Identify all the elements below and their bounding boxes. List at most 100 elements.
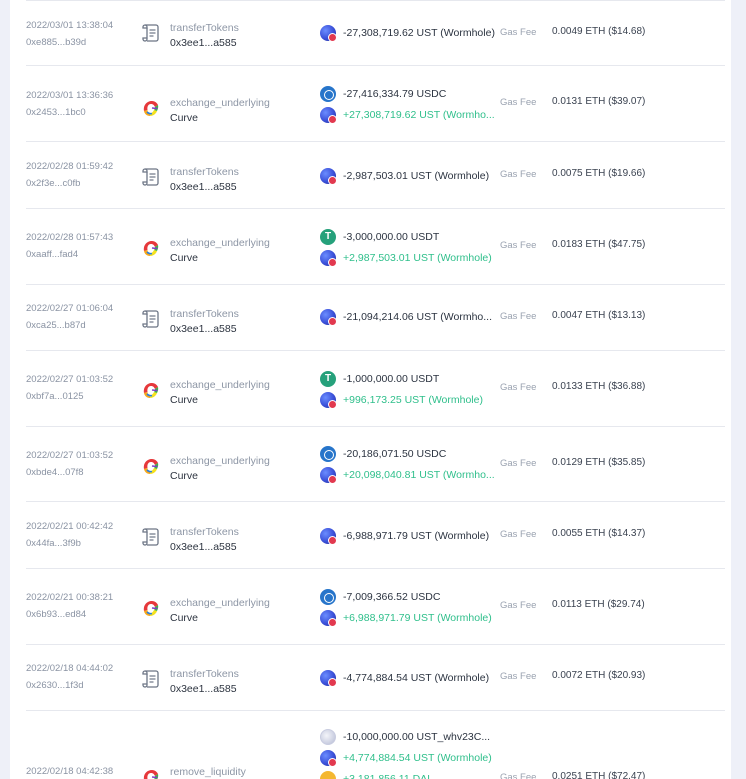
gas-fee-label: Gas Fee — [500, 458, 537, 469]
timestamp-cell: 2022/02/21 00:38:21 0x6b93...ed84 — [26, 592, 138, 621]
usdc-token-icon — [320, 589, 336, 605]
gas-fee-value: 0.0049 ETH ($14.68) — [552, 26, 646, 37]
token-amount: -20,186,071.50 USDC — [320, 446, 495, 467]
method-target-link[interactable]: Curve — [170, 394, 270, 407]
tx-hash-link[interactable]: 0xbde4...07f8 — [26, 467, 138, 479]
document-scroll-icon — [140, 668, 162, 690]
tx-hash-link[interactable]: 0x2630...1f3d — [26, 680, 138, 692]
ust-token-icon — [320, 528, 337, 545]
tx-hash-link[interactable]: 0xaaff...fad4 — [26, 249, 138, 261]
amount-text: -10,000,000.00 UST_whv23C... — [343, 731, 491, 743]
transaction-row[interactable]: 2022/02/21 00:38:21 0x6b93...ed84 exchange… — [26, 569, 725, 645]
transaction-row[interactable]: 2022/02/27 01:03:52 0xbde4...07f8 exchange… — [26, 427, 725, 502]
transaction-row[interactable]: 2022/02/18 04:42:38 remove_liquidity -10,0… — [26, 711, 725, 779]
gas-fee-label: Gas Fee — [500, 772, 537, 779]
gas-fee-label: Gas Fee — [500, 671, 537, 682]
curve-logo-icon — [140, 379, 162, 401]
method-target-link[interactable]: Curve — [170, 612, 270, 625]
usdc-token-icon — [320, 86, 336, 102]
token-amount: +6,988,971.79 UST (Wormhole) — [320, 610, 495, 631]
transaction-row[interactable]: 2022/02/18 04:44:02 0x2630...1f3d transfer… — [26, 645, 725, 711]
timestamp-cell: 2022/02/21 00:42:42 0x44fa...3f9b — [26, 521, 138, 550]
token-amount: +3,181,856.11 DAI — [320, 771, 495, 779]
gas-fee-value: 0.0131 ETH ($39.07) — [552, 96, 646, 107]
timestamp-cell: 2022/02/27 01:06:04 0xca25...b87d — [26, 303, 138, 332]
ust-token-icon — [320, 25, 337, 42]
method-target-link[interactable]: Curve — [170, 470, 270, 483]
timestamp: 2022/03/01 13:38:04 — [26, 20, 114, 31]
transaction-row[interactable]: 2022/03/01 13:38:04 0xe885...b39d transfer… — [26, 0, 725, 66]
timestamp: 2022/03/01 13:36:36 — [26, 90, 114, 101]
method-target-link[interactable]: Curve — [170, 252, 270, 265]
curve-logo-icon — [140, 97, 162, 119]
document-scroll-icon — [140, 22, 162, 44]
method-target-link[interactable]: 0x3ee1...a585 — [170, 683, 239, 696]
amounts-cell: T -1,000,000.00 USDT +996,173.25 UST (Worm… — [320, 371, 495, 413]
method-name: transferTokens — [170, 526, 239, 538]
amounts-cell: -4,774,884.54 UST (Wormhole) — [320, 670, 495, 691]
ust-token-icon — [320, 107, 337, 124]
method-target-link[interactable]: Curve — [170, 112, 270, 125]
timestamp: 2022/02/21 00:38:21 — [26, 592, 114, 603]
timestamp-cell: 2022/03/01 13:36:36 0x2453...1bc0 — [26, 90, 138, 119]
token-amount: +2,987,503.01 UST (Wormhole) — [320, 250, 495, 271]
tx-hash-link[interactable]: 0xca25...b87d — [26, 320, 138, 332]
amount-text: +996,173.25 UST (Wormhole) — [343, 394, 483, 406]
token-amount: -7,009,366.52 USDC — [320, 589, 495, 610]
method-target-link[interactable]: 0x3ee1...a585 — [170, 181, 239, 194]
tx-hash-link[interactable]: 0x6b93...ed84 — [26, 609, 138, 621]
document-scroll-icon — [140, 166, 162, 188]
amounts-cell: T -3,000,000.00 USDT +2,987,503.01 UST (Wo… — [320, 229, 495, 271]
method-name: transferTokens — [170, 668, 239, 680]
tx-hash-link[interactable]: 0xbf7a...0125 — [26, 391, 138, 403]
whv-token-icon — [320, 729, 336, 745]
method-target-link[interactable]: 0x3ee1...a585 — [170, 37, 239, 50]
method-name: exchange_underlying — [170, 237, 270, 249]
curve-logo-icon — [140, 766, 162, 779]
transactions-panel: 2022/03/01 13:38:04 0xe885...b39d transfer… — [10, 0, 731, 779]
token-amount: +996,173.25 UST (Wormhole) — [320, 392, 495, 413]
method-name: remove_liquidity — [170, 766, 246, 778]
amount-text: -27,416,334.79 USDC — [343, 88, 447, 100]
ust-token-icon — [320, 392, 337, 409]
timestamp: 2022/02/21 00:42:42 — [26, 521, 114, 532]
amount-text: +27,308,719.62 UST (Wormho... — [343, 109, 495, 121]
token-amount: +4,774,884.54 UST (Wormhole) — [320, 750, 495, 771]
curve-logo-icon — [140, 237, 162, 259]
gas-fee-value: 0.0183 ETH ($47.75) — [552, 239, 646, 250]
tx-hash-link[interactable]: 0x44fa...3f9b — [26, 538, 138, 550]
tx-hash-link[interactable]: 0xe885...b39d — [26, 37, 138, 49]
gas-fee-label: Gas Fee — [500, 529, 537, 540]
token-amount: +27,308,719.62 UST (Wormho... — [320, 107, 495, 128]
amount-text: -4,774,884.54 UST (Wormhole) — [343, 672, 490, 684]
token-amount: -27,416,334.79 USDC — [320, 86, 495, 107]
ust-token-icon — [320, 467, 337, 484]
transaction-row[interactable]: 2022/02/27 01:06:04 0xca25...b87d transfer… — [26, 285, 725, 351]
amount-text: -21,094,214.06 UST (Wormho... — [343, 311, 493, 323]
gas-fee-value: 0.0113 ETH ($29.74) — [552, 599, 645, 610]
gas-fee-value: 0.0047 ETH ($13.13) — [552, 310, 646, 321]
curve-logo-icon — [140, 597, 162, 619]
method-target-link[interactable]: 0x3ee1...a585 — [170, 541, 239, 554]
tx-hash-link[interactable]: 0x2f3e...c0fb — [26, 178, 138, 190]
amount-text: +20,098,040.81 UST (Wormho... — [343, 469, 495, 481]
amounts-cell: -2,987,503.01 UST (Wormhole) — [320, 168, 495, 189]
amounts-cell: -7,009,366.52 USDC +6,988,971.79 UST (Wor… — [320, 589, 495, 631]
usdt-token-icon: T — [320, 229, 336, 245]
method-target-link[interactable]: 0x3ee1...a585 — [170, 323, 239, 336]
transaction-row[interactable]: 2022/02/21 00:42:42 0x44fa...3f9b transfer… — [26, 502, 725, 569]
token-amount: -10,000,000.00 UST_whv23C... — [320, 729, 495, 750]
gas-fee-value: 0.0075 ETH ($19.66) — [552, 168, 646, 179]
token-amount: T -1,000,000.00 USDT — [320, 371, 495, 392]
method-name: exchange_underlying — [170, 455, 270, 467]
token-amount: -4,774,884.54 UST (Wormhole) — [320, 670, 495, 691]
transaction-row[interactable]: 2022/03/01 13:36:36 0x2453...1bc0 exchange… — [26, 66, 725, 142]
gas-fee-value: 0.0133 ETH ($36.88) — [552, 381, 646, 392]
transaction-row[interactable]: 2022/02/28 01:57:43 0xaaff...fad4 exchange… — [26, 209, 725, 285]
ust-token-icon — [320, 750, 337, 767]
tx-hash-link[interactable]: 0x2453...1bc0 — [26, 107, 138, 119]
transaction-row[interactable]: 2022/02/27 01:03:52 0xbf7a...0125 exchange… — [26, 351, 725, 427]
transaction-row[interactable]: 2022/02/28 01:59:42 0x2f3e...c0fb transfer… — [26, 142, 725, 209]
gas-fee-value: 0.0055 ETH ($14.37) — [552, 528, 646, 539]
timestamp: 2022/02/28 01:59:42 — [26, 161, 114, 172]
